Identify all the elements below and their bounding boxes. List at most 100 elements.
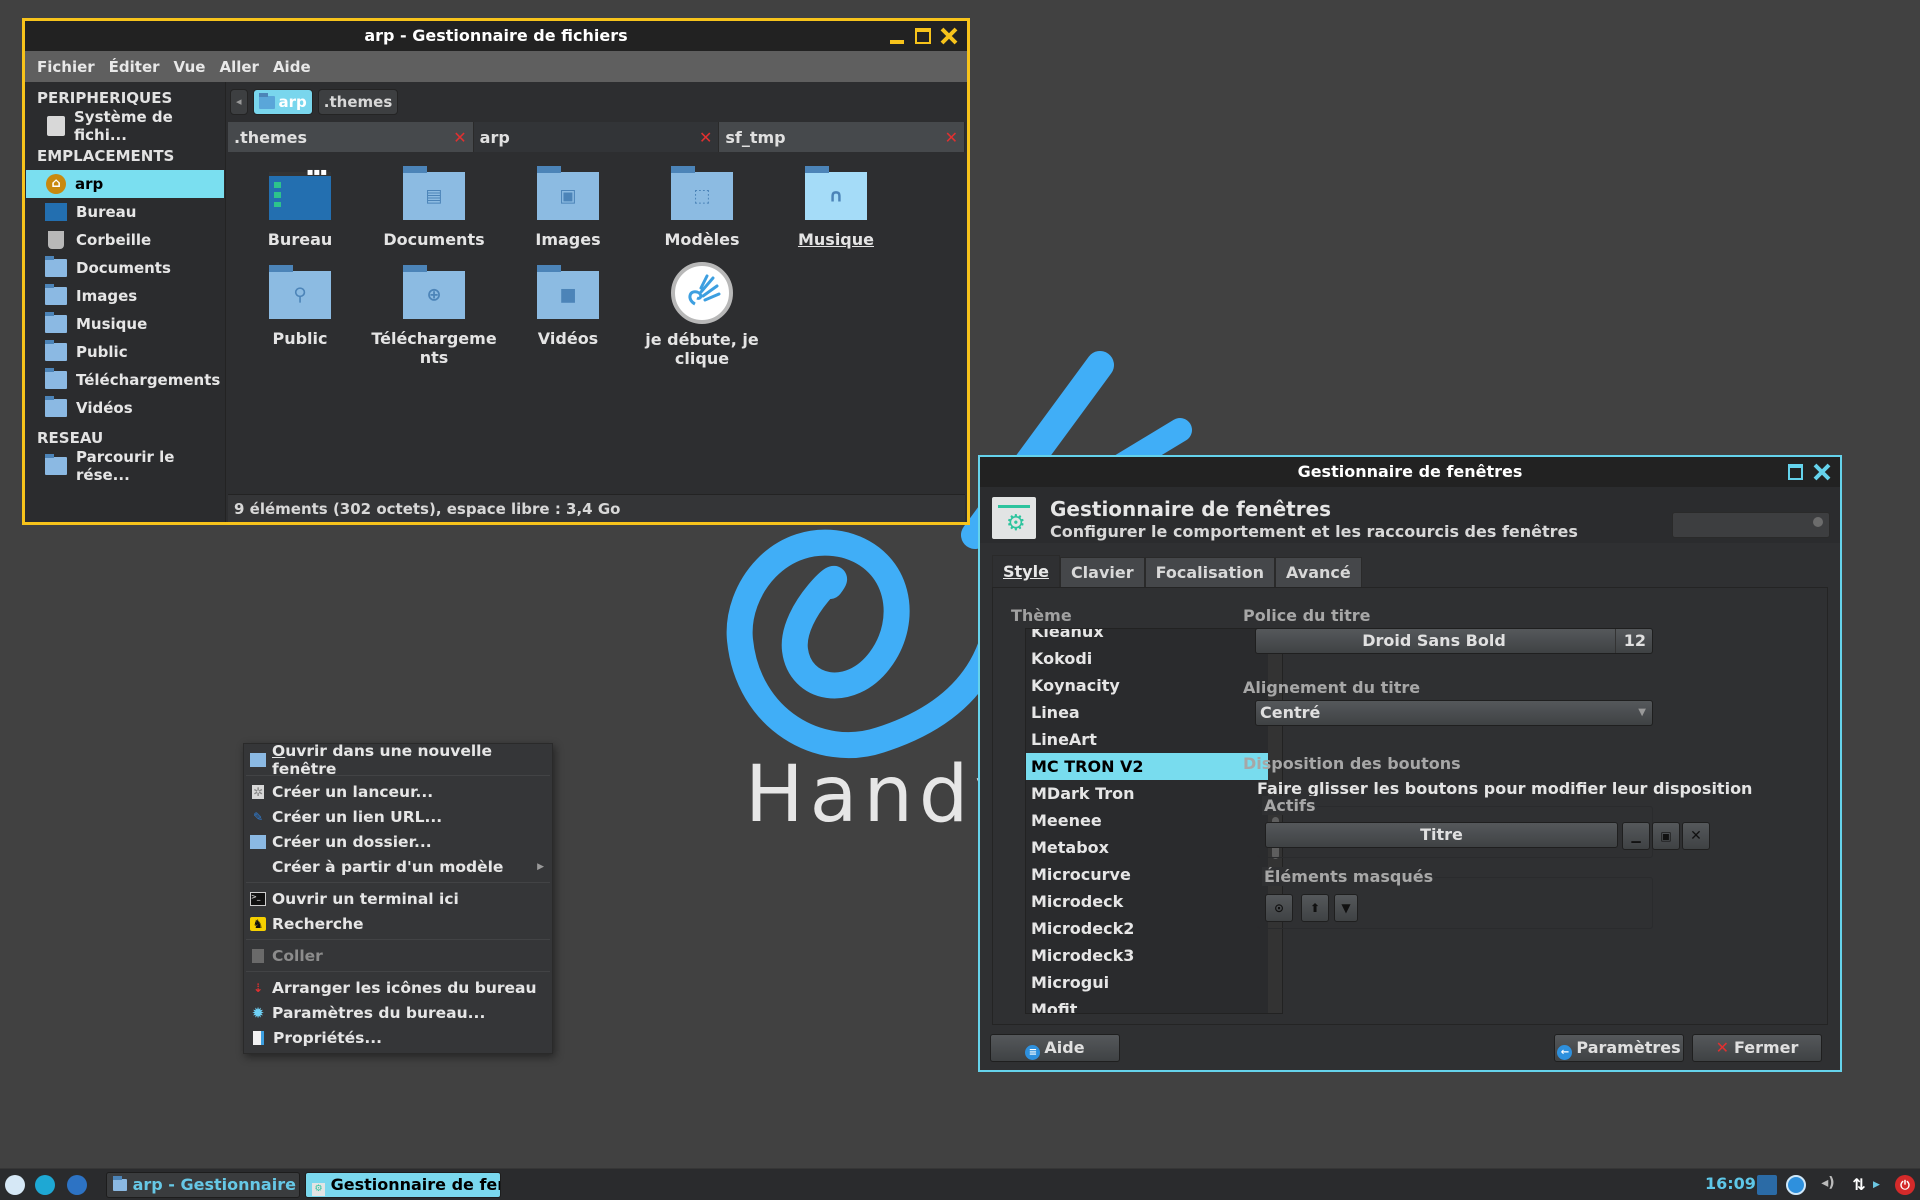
sidebar-item-label: Public [76,343,128,361]
tab-close-icon[interactable]: ✕ [453,128,466,147]
update-icon[interactable] [1757,1175,1777,1195]
theme-list-item[interactable]: Microcurve [1026,861,1268,888]
menu-properties[interactable]: Propriétés... [244,1025,552,1050]
network-icon[interactable]: ⇅ [1849,1175,1869,1195]
file-item-documents[interactable]: ▤ Documents [369,166,499,249]
file-item-je-debute[interactable]: je débute, je clique [637,262,767,368]
theme-list-item[interactable]: Microdeck [1026,888,1268,915]
task-file-manager[interactable]: arp - Gestionnaire d... [106,1172,300,1198]
fm-tab-sf-tmp[interactable]: sf_tmp ✕ [719,122,966,152]
sidebar-item-corbeille[interactable]: Corbeille [25,226,225,254]
path-back-button[interactable]: ◂ [230,89,248,115]
tab-close-icon[interactable]: ✕ [699,128,712,147]
menu-create-launcher[interactable]: ✲ Créer un lanceur... [244,779,552,804]
theme-list-item[interactable]: Koynacity [1026,672,1268,699]
file-item-public[interactable]: ⚲ Public [235,265,365,348]
hidden-menu-button[interactable]: ⊙ [1265,894,1293,922]
tab-clavier[interactable]: Clavier [1059,557,1145,587]
clock[interactable]: 16:09 [1705,1174,1756,1193]
settings-search-input[interactable] [1672,512,1830,538]
xfce-mouse-icon[interactable] [35,1175,55,1195]
maximize-button[interactable] [1786,462,1806,482]
theme-list-item[interactable]: MC TRON V2 [1026,753,1268,780]
maximize-layout-button[interactable]: ▣ [1652,822,1680,850]
sidebar-item-filesystem[interactable]: Système de fichi... [25,108,225,144]
menu-arrange-icons[interactable]: ⇣ Arranger les icônes du bureau [244,975,552,1000]
settings-button[interactable]: ← Paramètres [1554,1034,1684,1062]
tab-style[interactable]: Style [992,555,1060,587]
fm-icon-view[interactable]: ▪▪▪ Bureau ▤ Documents ▣ Images ⬚ Modèle… [228,152,965,492]
title-font-button[interactable]: Droid Sans Bold 12 [1255,628,1653,654]
menu-aide[interactable]: Aide [273,58,311,76]
menu-fichier[interactable]: Fichier [37,58,95,76]
sidebar-item-musique[interactable]: Musique [25,310,225,338]
theme-list-item[interactable]: Mofit [1026,996,1268,1013]
menu-open-new-window[interactable]: Ouvrir dans une nouvelle fenêtre [244,742,552,778]
fm-tab-themes[interactable]: .themes ✕ [228,122,474,152]
menu-aller[interactable]: Aller [219,58,258,76]
path-crumb-arp[interactable]: arp [252,89,313,115]
theme-list-item[interactable]: MDark Tron [1026,780,1268,807]
tab-close-icon[interactable]: ✕ [945,128,958,147]
gimp-icon[interactable] [67,1175,87,1195]
hidden-shade-button[interactable]: ⬆ [1301,894,1329,922]
theme-list-item[interactable]: Kokodi [1026,645,1268,672]
tab-focalisation[interactable]: Focalisation [1144,557,1275,587]
crumb-label: arp [278,93,307,111]
file-item-videos[interactable]: ■ Vidéos [503,265,633,348]
file-item-musique[interactable]: ∩ Musique [771,166,901,249]
theme-list-item[interactable]: LineArt [1026,726,1268,753]
theme-list-item[interactable]: Microdeck3 [1026,942,1268,969]
menu-create-from-template[interactable]: Créer à partir d'un modèle ▶ [244,854,552,879]
title-align-select[interactable]: Centré ▼ [1255,700,1653,726]
minimize-button[interactable] [887,26,907,46]
sidebar-item-bureau[interactable]: Bureau [25,198,225,226]
menu-create-folder[interactable]: Créer un dossier... [244,829,552,854]
sidebar-item-arp[interactable]: ⌂ arp [26,170,224,198]
help-button[interactable]: ≡ Aide [990,1034,1120,1062]
properties-icon [253,1030,264,1045]
close-button[interactable] [1812,462,1832,482]
theme-list-item[interactable]: Metabox [1026,834,1268,861]
path-crumb-themes[interactable]: .themes [317,89,399,115]
handy-menu-icon[interactable] [5,1175,25,1195]
file-item-modeles[interactable]: ⬚ Modèles [637,166,767,249]
menu-desktop-settings[interactable]: ✹ Paramètres du bureau... [244,1000,552,1025]
wm-titlebar[interactable]: Gestionnaire de fenêtres [980,457,1840,487]
menu-open-terminal[interactable]: >_ Ouvrir un terminal ici [244,886,552,911]
menu-search[interactable]: ♞ Recherche [244,911,552,936]
sidebar-item-telechargements[interactable]: Téléchargements [25,366,225,394]
menu-editer[interactable]: Éditer [109,58,160,76]
fm-titlebar[interactable]: arp - Gestionnaire de fichiers [25,21,967,51]
sidebar-item-label: Corbeille [76,231,152,249]
theme-list-item[interactable]: Kleanux [1026,629,1268,645]
maximize-button[interactable] [913,26,933,46]
close-layout-button[interactable]: ✕ [1682,822,1710,850]
sidebar-item-images[interactable]: Images [25,282,225,310]
sidebar-item-network[interactable]: Parcourir le rése... [25,448,225,484]
theme-list-item[interactable]: Microgui [1026,969,1268,996]
hidden-stick-button[interactable]: ▼ [1334,894,1358,922]
fm-tab-arp[interactable]: arp ✕ [473,122,720,152]
file-item-images[interactable]: ▣ Images [503,166,633,249]
expand-arrow-icon[interactable]: ▶ [1873,1175,1885,1195]
theme-list-item[interactable]: Meenee [1026,807,1268,834]
volume-icon[interactable]: ◂) [1818,1175,1838,1195]
task-window-manager[interactable]: ⚙ Gestionnaire de fen... [305,1172,501,1198]
menu-vue[interactable]: Vue [174,58,206,76]
theme-list-item[interactable]: Microdeck2 [1026,915,1268,942]
sidebar-item-videos[interactable]: Vidéos [25,394,225,422]
close-button[interactable] [939,26,959,46]
menu-create-url-link[interactable]: ✎ Créer un lien URL... [244,804,552,829]
minimize-layout-button[interactable]: ▁ [1622,822,1650,850]
power-icon[interactable]: ⏻ [1895,1175,1915,1195]
sidebar-item-public[interactable]: Public [25,338,225,366]
tab-avance[interactable]: Avancé [1274,557,1362,587]
theme-list-item[interactable]: Linea [1026,699,1268,726]
file-item-bureau[interactable]: ▪▪▪ Bureau [235,167,365,249]
close-dialog-button[interactable]: ✕ Fermer [1692,1034,1822,1062]
file-item-telechargements[interactable]: ⊕ Téléchargements [369,265,499,367]
sidebar-item-documents[interactable]: Documents [25,254,225,282]
title-layout-button[interactable]: Titre [1265,822,1618,848]
accessibility-icon[interactable] [1786,1175,1806,1195]
